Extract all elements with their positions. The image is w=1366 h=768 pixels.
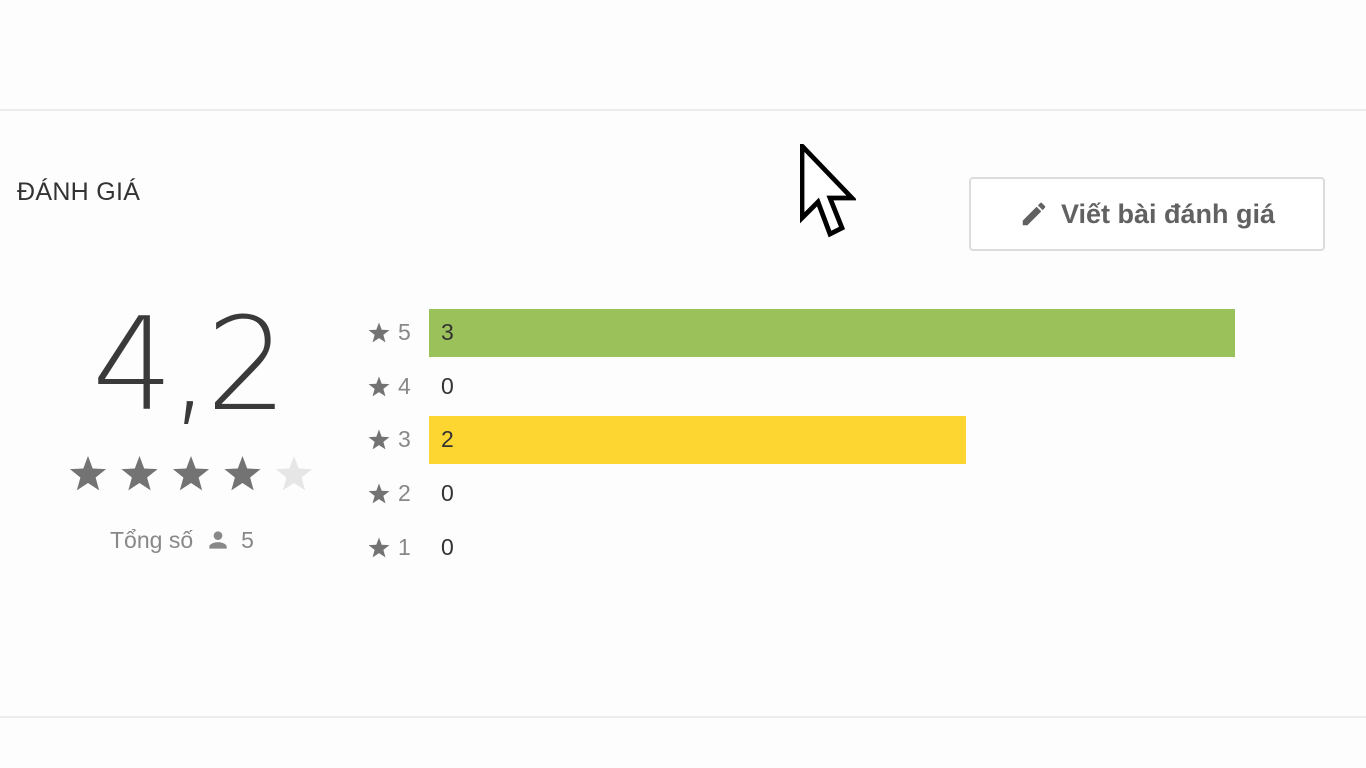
star-icon bbox=[368, 537, 390, 558]
top-divider bbox=[0, 109, 1366, 111]
star-filled-icon bbox=[121, 456, 158, 491]
star-filled-icon bbox=[69, 456, 107, 491]
average-stars bbox=[69, 456, 313, 491]
total-label: Tổng số bbox=[110, 526, 194, 553]
rating-level: 2 bbox=[398, 480, 411, 506]
write-review-label: Viết bài đánh giá bbox=[1060, 198, 1276, 229]
rating-row-4: 40 bbox=[366, 363, 1266, 411]
star-filled-icon bbox=[224, 456, 261, 491]
star-icon bbox=[368, 429, 390, 450]
mouse-cursor-icon bbox=[800, 144, 856, 238]
section-title: ĐÁNH GIÁ bbox=[17, 178, 141, 206]
star-empty-icon bbox=[275, 456, 313, 491]
rating-count: 0 bbox=[441, 373, 454, 399]
rating-count: 3 bbox=[441, 319, 454, 345]
star-icon bbox=[368, 322, 390, 343]
rating-row-5: 53 bbox=[366, 309, 1266, 357]
write-review-button[interactable]: Viết bài đánh giá bbox=[969, 177, 1325, 251]
rating-row-3: 32 bbox=[366, 416, 1266, 464]
ratings-page: ĐÁNH GIÁ Viết bài đánh giá 4,2 Tổng số 5… bbox=[0, 0, 1366, 768]
rating-row-2: 20 bbox=[366, 470, 1266, 518]
rating-bar bbox=[429, 309, 1235, 357]
star-filled-icon bbox=[172, 456, 210, 491]
rating-count: 0 bbox=[441, 480, 454, 506]
rating-level: 4 bbox=[398, 373, 411, 399]
rating-count: 2 bbox=[441, 426, 454, 452]
bottom-divider bbox=[0, 716, 1366, 718]
rating-bar bbox=[429, 416, 966, 464]
total-reviews: Tổng số 5 bbox=[110, 525, 254, 555]
rating-level: 3 bbox=[398, 426, 411, 452]
person-icon bbox=[209, 531, 227, 549]
star-icon bbox=[368, 376, 390, 397]
pencil-icon bbox=[1022, 202, 1046, 226]
rating-row-1: 10 bbox=[366, 524, 1266, 572]
star-icon bbox=[368, 483, 390, 504]
rating-count: 0 bbox=[441, 534, 454, 560]
rating-level: 1 bbox=[398, 534, 411, 560]
total-count: 5 bbox=[241, 526, 254, 553]
rating-level: 5 bbox=[398, 319, 411, 345]
average-score: 4,2 bbox=[92, 291, 288, 440]
